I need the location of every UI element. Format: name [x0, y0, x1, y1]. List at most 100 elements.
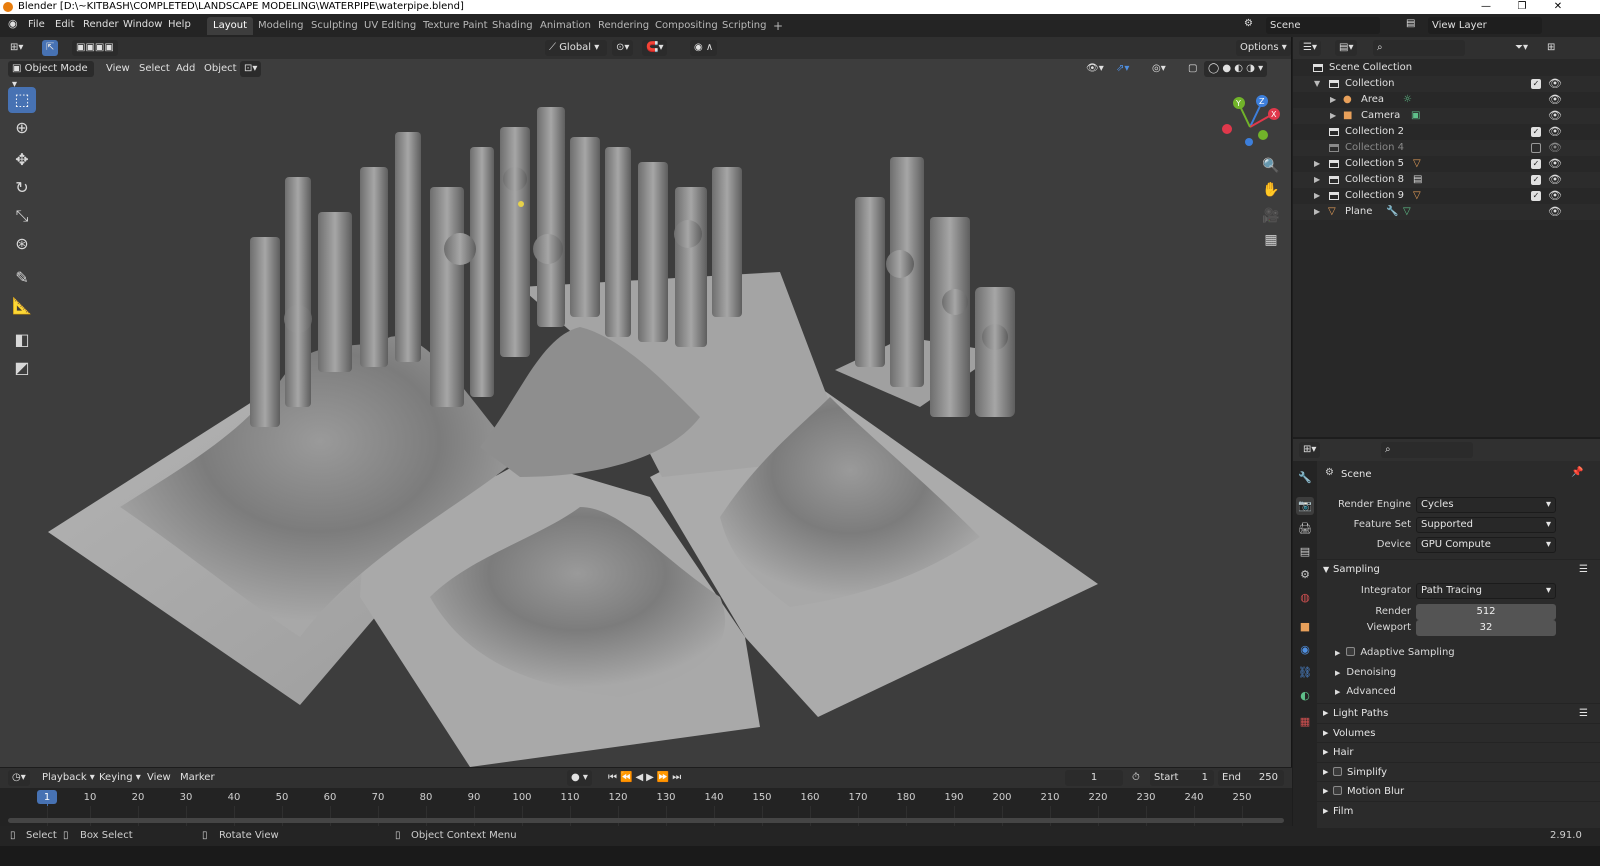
viewport-samples-field[interactable]: 32	[1416, 620, 1556, 636]
eye-icon[interactable]: 👁	[1548, 108, 1562, 124]
expand-arrow-icon[interactable]: ▶	[1314, 204, 1320, 220]
new-collection-icon[interactable]: ⊞	[1543, 40, 1559, 56]
eye-icon[interactable]: 👁	[1548, 140, 1562, 156]
properties-editor-icon[interactable]: ⊞▾	[1299, 442, 1321, 458]
rotate-tool-icon[interactable]: ↻	[8, 175, 36, 201]
exclude-checkbox[interactable]: ✓	[1531, 79, 1541, 89]
tab-modeling[interactable]: Modeling	[252, 17, 310, 35]
integrator-dropdown[interactable]: Path Tracing ▾	[1416, 583, 1556, 599]
pivot-point-icon[interactable]: ⊙▾	[612, 40, 634, 56]
cursor-tool-icon[interactable]: ⊕	[8, 115, 36, 141]
add-workspace-button[interactable]: +	[767, 17, 789, 35]
hair-panel-header[interactable]: ▶ Hair	[1317, 742, 1600, 761]
eye-icon[interactable]: 👁	[1548, 156, 1562, 172]
menu-add[interactable]: Add	[172, 61, 199, 77]
menu-view[interactable]: View	[102, 61, 134, 77]
menu-timeline-view[interactable]: View	[143, 770, 175, 786]
menu-window[interactable]: Window	[123, 19, 162, 30]
outliner-row-collection[interactable]: ▼ Collection ✓ 👁	[1293, 76, 1600, 92]
exclude-checkbox[interactable]: ✓	[1531, 191, 1541, 201]
menu-marker[interactable]: Marker	[176, 770, 219, 786]
end-frame-field[interactable]: End 250	[1218, 770, 1284, 786]
eye-icon[interactable]: 👁	[1548, 204, 1562, 220]
tool-tab-icon[interactable]: 🔧	[1296, 469, 1314, 487]
tab-scripting[interactable]: Scripting	[716, 17, 772, 35]
presets-list-icon[interactable]: ☰	[1579, 560, 1588, 579]
adaptive-sampling-subpanel[interactable]: ▶ Adaptive Sampling	[1335, 647, 1455, 658]
overlay-toggle-icon[interactable]: ◎▾	[1148, 61, 1170, 77]
outliner-row-collection-2[interactable]: Collection 2 ✓ 👁	[1293, 124, 1600, 140]
proportional-edit-icon[interactable]: ◉ ∧	[690, 40, 718, 56]
menu-help[interactable]: Help	[168, 19, 191, 30]
tab-uv-editing[interactable]: UV Editing	[358, 17, 422, 35]
blender-menu-icon[interactable]: ◉	[8, 17, 18, 30]
menu-playback[interactable]: Playback ▾	[38, 770, 99, 786]
expand-arrow-icon[interactable]: ▶	[1330, 108, 1336, 124]
snap-icon[interactable]: 🧲▾	[642, 40, 668, 56]
properties-search-input[interactable]: ⌕	[1381, 442, 1473, 458]
eye-icon[interactable]: 👁	[1548, 92, 1562, 108]
texture-tab-icon[interactable]: ▦	[1296, 713, 1314, 731]
mode-dropdown[interactable]: ▣ Object Mode ▾	[8, 61, 94, 90]
simplify-panel-header[interactable]: ▶ Simplify	[1317, 762, 1600, 781]
select-tool-icon[interactable]: ⇱	[42, 40, 59, 56]
eye-icon[interactable]: 👁	[1548, 124, 1562, 140]
start-frame-field[interactable]: Start 1	[1150, 770, 1214, 786]
motion-blur-panel-header[interactable]: ▶ Motion Blur	[1317, 781, 1600, 800]
pin-icon[interactable]: 📌	[1571, 467, 1583, 478]
add-cube-tool-icon[interactable]: ◧	[8, 327, 36, 353]
outliner-search-input[interactable]: ⌕	[1373, 40, 1465, 56]
maximize-button[interactable]: ❐	[1504, 0, 1540, 14]
transform-orientation-dropdown[interactable]: ⟋ Global ▾	[545, 40, 607, 56]
exclude-checkbox[interactable]: ✓	[1531, 159, 1541, 169]
eye-icon[interactable]: 👁	[1548, 172, 1562, 188]
presets-list-icon[interactable]: ☰	[1579, 704, 1588, 723]
3d-viewport[interactable]: ⊞▾ ⇱ ▣▣▣▣ ⟋ Global ▾ ⊙▾ 🧲▾ ◉ ∧ Options ▾…	[0, 37, 1292, 767]
eye-icon[interactable]: 👁	[1548, 76, 1562, 92]
expand-arrow-icon[interactable]: ▼	[1314, 76, 1320, 92]
transform-affect-icon[interactable]: ⊡▾	[240, 61, 262, 77]
feature-set-dropdown[interactable]: Supported ▾	[1416, 517, 1556, 533]
physics-tab-icon[interactable]: ◉	[1296, 641, 1314, 659]
outliner-row-scene-collection[interactable]: Scene Collection	[1293, 60, 1600, 76]
extrude-tool-icon[interactable]: ◩	[8, 355, 36, 381]
outliner-row-collection-5[interactable]: ▶ Collection 5 ▽ ✓ 👁	[1293, 156, 1600, 172]
expand-arrow-icon[interactable]: ▶	[1330, 92, 1336, 108]
timer-icon[interactable]: ⏱	[1128, 770, 1144, 786]
menu-render[interactable]: Render	[83, 19, 119, 30]
menu-file[interactable]: File	[28, 19, 45, 30]
filter-icon[interactable]: ⏷▾	[1511, 40, 1532, 56]
tab-texture-paint[interactable]: Texture Paint	[417, 17, 494, 35]
render-engine-dropdown[interactable]: Cycles ▾	[1416, 497, 1556, 513]
exclude-checkbox[interactable]: ✓	[1531, 127, 1541, 137]
menu-select[interactable]: Select	[135, 61, 174, 77]
current-frame-field[interactable]: 1	[1065, 770, 1123, 786]
outliner-row-collection-4[interactable]: Collection 4 👁	[1293, 140, 1600, 156]
scale-tool-icon[interactable]: ⤡	[8, 203, 36, 229]
move-tool-icon[interactable]: ✥	[8, 147, 36, 173]
select-box-tool-icon[interactable]: ⬚	[8, 87, 36, 113]
options-dropdown[interactable]: Options ▾	[1236, 40, 1291, 56]
tab-rendering[interactable]: Rendering	[592, 17, 655, 35]
advanced-subpanel[interactable]: ▶ Advanced	[1335, 686, 1396, 697]
scene-tab-icon[interactable]: ⚙	[1296, 566, 1314, 584]
volumes-panel-header[interactable]: ▶ Volumes	[1317, 723, 1600, 742]
pan-hand-icon[interactable]: ✋	[1260, 179, 1282, 201]
outliner-row-collection-9[interactable]: ▶ Collection 9 ▽ ✓ 👁	[1293, 188, 1600, 204]
visibility-icon[interactable]: 👁▾	[1082, 61, 1108, 77]
denoising-subpanel[interactable]: ▶ Denoising	[1335, 667, 1396, 678]
object-tab-icon[interactable]: ■	[1296, 618, 1314, 636]
output-tab-icon[interactable]: 🖨	[1296, 520, 1314, 538]
menu-keying[interactable]: Keying ▾	[95, 770, 145, 786]
world-tab-icon[interactable]: ◍	[1296, 589, 1314, 607]
device-dropdown[interactable]: GPU Compute ▾	[1416, 537, 1556, 553]
eye-icon[interactable]: 👁	[1548, 188, 1562, 204]
camera-view-icon[interactable]: 🎥	[1260, 205, 1282, 227]
xray-toggle-icon[interactable]: ▢	[1184, 61, 1201, 77]
simplify-checkbox[interactable]	[1333, 767, 1342, 776]
shading-mode-icons[interactable]: ◯ ● ◐ ◑ ▾	[1204, 61, 1268, 77]
outliner-editor-icon[interactable]: ☰▾	[1299, 40, 1321, 56]
transform-tool-icon[interactable]: ⊛	[8, 231, 36, 257]
render-samples-field[interactable]: 512	[1416, 604, 1556, 620]
timeline-editor-icon[interactable]: ◷▾	[8, 770, 30, 786]
